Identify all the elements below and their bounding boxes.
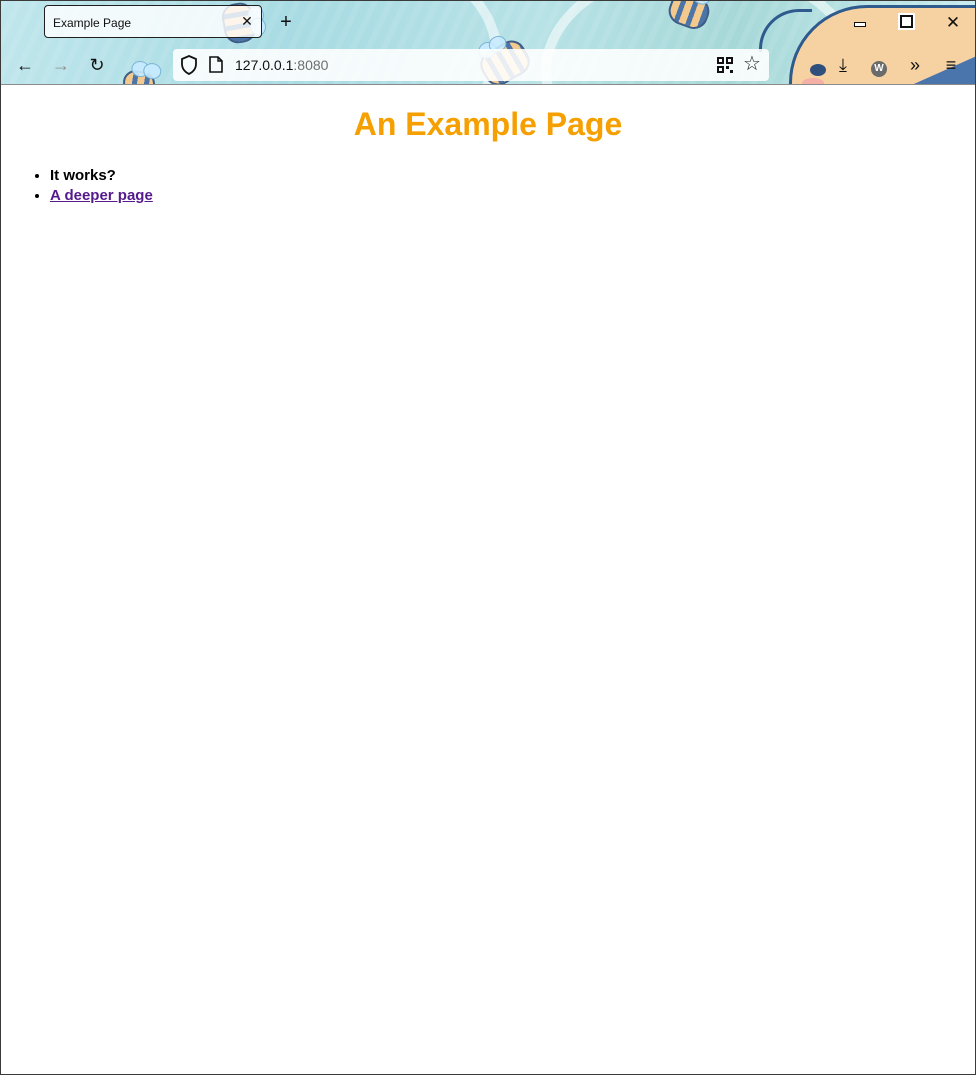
reload-button[interactable]: ↻ bbox=[83, 51, 111, 79]
minimize-icon bbox=[854, 22, 866, 27]
maximize-icon bbox=[899, 15, 913, 28]
link-list: It works? A deeper page bbox=[10, 166, 153, 206]
url-host: 127.0.0.1 bbox=[235, 57, 294, 73]
browser-window: Example Page ✕ + ✕ ← → ↻ 127.0.0.1:8080 bbox=[0, 0, 976, 1075]
extension-icon: W bbox=[871, 61, 887, 77]
forward-button[interactable]: → bbox=[47, 51, 75, 79]
extension-button[interactable]: W bbox=[865, 51, 893, 79]
qr-code-icon[interactable] bbox=[717, 57, 733, 73]
address-bar[interactable]: 127.0.0.1:8080 ☆ bbox=[173, 49, 769, 81]
back-button[interactable]: ← bbox=[11, 51, 39, 79]
tab-title: Example Page bbox=[53, 16, 132, 30]
browser-theme-header: Example Page ✕ + ✕ ← → ↻ 127.0.0.1:8080 bbox=[1, 1, 975, 85]
overflow-chevron-icon[interactable]: » bbox=[901, 51, 929, 79]
hamburger-menu-icon[interactable]: ≡ bbox=[937, 51, 965, 79]
tab-close-icon[interactable]: ✕ bbox=[239, 13, 255, 29]
close-window-button[interactable]: ✕ bbox=[938, 9, 968, 37]
minimize-button[interactable] bbox=[845, 9, 875, 37]
new-tab-button[interactable]: + bbox=[275, 11, 297, 33]
navigation-toolbar: ← → ↻ 127.0.0.1:8080 ☆ ⤓ W » ≡ bbox=[1, 45, 975, 85]
tab-example-page[interactable]: Example Page ✕ bbox=[44, 5, 262, 38]
page-title: An Example Page bbox=[353, 106, 623, 142]
list-item-text: It works? bbox=[50, 167, 116, 184]
url-text[interactable]: 127.0.0.1:8080 bbox=[235, 57, 328, 73]
page-icon[interactable] bbox=[209, 56, 223, 73]
shield-icon[interactable] bbox=[180, 55, 198, 75]
download-icon[interactable]: ⤓ bbox=[829, 51, 857, 79]
deeper-page-link[interactable]: A deeper page bbox=[50, 187, 153, 204]
bookmark-star-icon[interactable]: ☆ bbox=[743, 52, 761, 76]
page-content: An Example Page It works? A deeper page bbox=[1, 86, 975, 1074]
list-item: It works? bbox=[50, 166, 153, 186]
list-item: A deeper page bbox=[50, 186, 153, 206]
url-port: :8080 bbox=[293, 57, 329, 73]
maximize-button[interactable] bbox=[891, 9, 921, 37]
